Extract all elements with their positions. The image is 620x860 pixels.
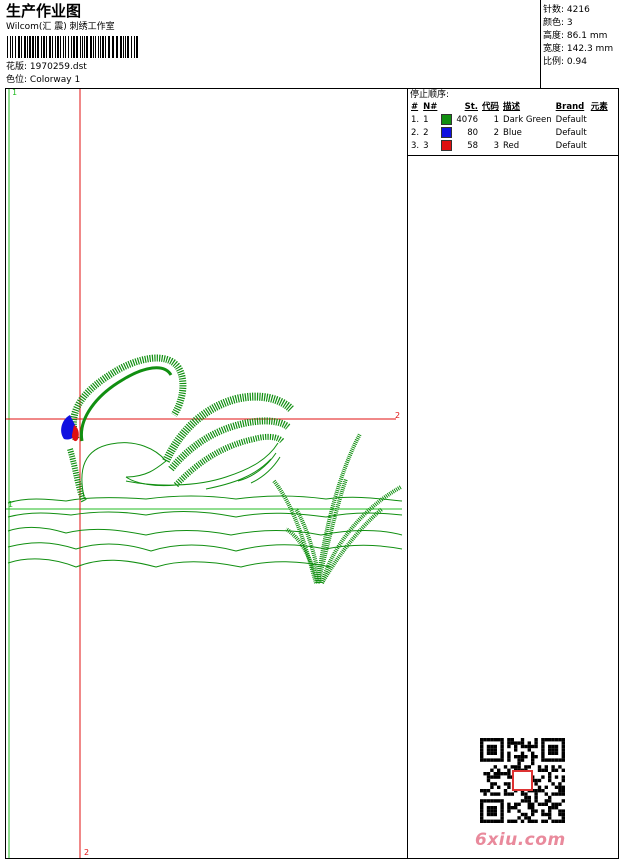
water-lines xyxy=(7,495,403,568)
header: 生产作业图 Wilcom(汇 震) 刺绣工作室 花版: 1970259.dst … xyxy=(0,0,620,88)
col-code: 代码 xyxy=(482,102,500,112)
design-value: 1970259.dst xyxy=(29,62,87,72)
col-desc: 描述 xyxy=(503,102,521,112)
stop-sequence-panel: 停止顺序: # N# St. 代码 描述 Brand 元素 1. 1 4076 … xyxy=(408,89,619,156)
table-row: 1. 1 4076 1 Dark Green Default xyxy=(411,114,587,125)
company-name: Wilcom(汇 震) 刺绣工作室 xyxy=(6,22,115,32)
stop-sequence-table: # N# St. 代码 描述 Brand 元素 1. 1 4076 1 Dark… xyxy=(409,101,610,153)
embroidery-preview: 1 1 2 2 xyxy=(6,89,403,858)
stat-height: 高度: 86.1 mm xyxy=(543,31,608,41)
barcode xyxy=(7,36,138,58)
col-element: 元素 xyxy=(590,102,608,112)
red-marker-bottom: 2 xyxy=(84,848,89,857)
table-row: 3. 3 58 3 Red Default xyxy=(411,140,587,151)
color-swatch xyxy=(441,114,453,125)
stat-scale: 比例: 0.94 xyxy=(543,57,587,67)
colorway-line: 色位: Colorway 1 xyxy=(6,75,80,86)
swan-body xyxy=(67,354,294,503)
col-stitches: St. xyxy=(464,102,479,112)
green-marker-top: 1 xyxy=(12,89,17,97)
design-file-line: 花版: 1970259.dst xyxy=(6,62,87,73)
colorway-label: 色位: xyxy=(6,75,28,85)
stop-sequence-title: 停止顺序: xyxy=(410,90,450,100)
watermark: 6xiu.com xyxy=(475,830,566,850)
table-row: 2. 2 80 2 Blue Default xyxy=(411,127,587,138)
colorway-value: Colorway 1 xyxy=(29,75,81,85)
red-marker-right: 2 xyxy=(395,411,400,420)
col-index: # xyxy=(411,102,419,112)
qr-code xyxy=(480,738,565,823)
design-label: 花版: xyxy=(6,62,28,72)
stats-box: 针数: 4216 颜色: 3 高度: 86.1 mm 宽度: 142.3 mm … xyxy=(540,0,620,88)
design-preview-area: 1 1 2 2 xyxy=(6,89,408,858)
col-brand: Brand xyxy=(555,102,585,112)
col-swatch xyxy=(439,101,454,114)
col-n: N# xyxy=(423,102,438,112)
page-title: 生产作业图 xyxy=(6,2,82,20)
color-swatch xyxy=(441,127,453,138)
stat-width: 宽度: 142.3 mm xyxy=(543,44,614,54)
color-swatch xyxy=(441,140,453,151)
stat-stitches: 针数: 4216 xyxy=(543,5,590,15)
table-header-row: # N# St. 代码 描述 Brand 元素 xyxy=(409,101,610,114)
stat-colors: 颜色: 3 xyxy=(543,18,573,28)
